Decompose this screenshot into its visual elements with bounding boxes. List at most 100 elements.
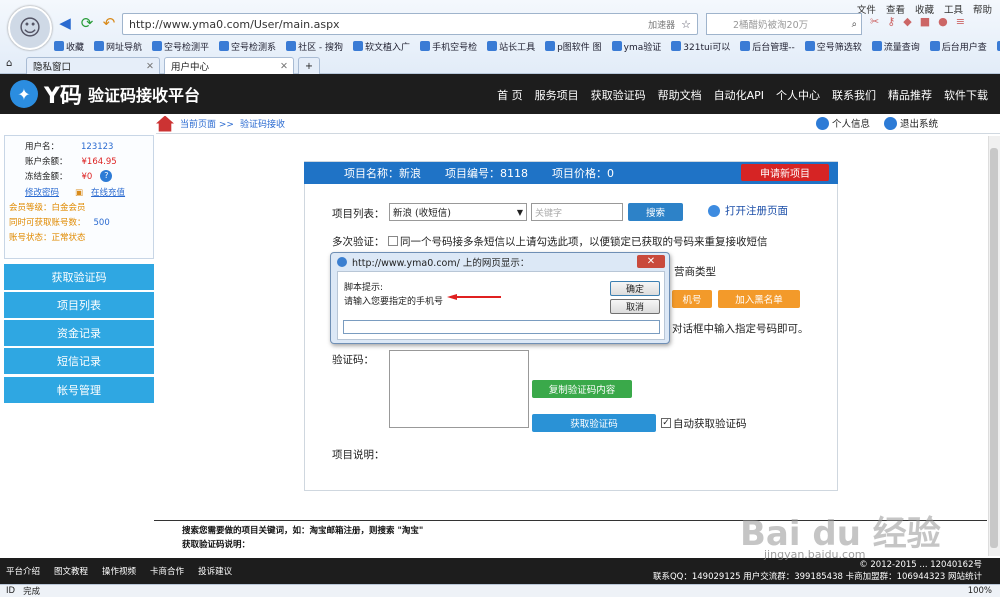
bookmark-item[interactable]: 空号筛选软 <box>804 38 862 54</box>
bookmark-item[interactable]: 流量查询 <box>871 38 920 54</box>
bookmark-item[interactable]: 手机空号检 <box>420 38 477 54</box>
bookmark-label: 收藏 <box>66 42 85 53</box>
new-tab-button[interactable]: + <box>298 57 320 74</box>
menu-icon[interactable]: ≡ <box>956 15 965 28</box>
menu-help[interactable]: 帮助 <box>973 2 992 16</box>
close-tab-icon[interactable]: ✕ <box>146 61 154 72</box>
close-icon[interactable]: ✕ <box>637 255 665 268</box>
bookmark-item[interactable]: 空号检测平 <box>152 38 209 54</box>
bookmark-item[interactable]: 321tui可以 <box>671 38 730 54</box>
bookmark-item[interactable]: 社区 - 搜狗 <box>286 38 343 54</box>
blacklist-button[interactable]: 加入黑名单 <box>718 290 800 308</box>
profile-link[interactable]: 个人信息 <box>815 116 870 130</box>
address-bar[interactable]: http://www.yma0.com/User/main.aspx 加速器 ☆ <box>122 13 698 35</box>
dialog-body: 脚本提示: 请输入您要指定的手机号 确定 取消 <box>337 271 665 340</box>
home-icon[interactable]: ⌂ <box>6 58 12 69</box>
menu-project-list[interactable]: 项目列表 <box>4 292 154 319</box>
footer-link[interactable]: 投诉建议 <box>198 565 232 577</box>
bookmark-item[interactable]: 网址导航 <box>94 38 142 54</box>
ok-button[interactable]: 确定 <box>610 281 660 296</box>
star-icon[interactable]: ☆ <box>681 18 691 31</box>
bookmark-item[interactable]: 后台用户查 <box>929 38 987 54</box>
bookmark-item[interactable]: p图软件 图 <box>545 38 602 54</box>
help-icon[interactable]: ? <box>100 170 113 182</box>
bookmark-item[interactable]: 收藏 <box>54 38 84 54</box>
nav-item[interactable]: 首 页 <box>491 87 529 103</box>
nav-item[interactable]: 服务项目 <box>529 87 585 103</box>
nav-item[interactable]: 软件下载 <box>938 87 994 103</box>
back-icon[interactable]: ◀ <box>56 14 74 32</box>
site-logo[interactable]: ✦ Y码 验证码接收平台 <box>10 78 200 110</box>
footer-link[interactable]: 平台介绍 <box>6 565 40 577</box>
copy-code-button[interactable]: 复制验证码内容 <box>532 380 632 398</box>
new-project-button[interactable]: 申请新项目 <box>741 164 829 181</box>
balance-label: 账户余额： <box>25 157 68 167</box>
footer-link[interactable]: 操作视频 <box>102 565 136 577</box>
menu-view[interactable]: 查看 <box>886 2 905 16</box>
nav-item[interactable]: 联系我们 <box>826 87 882 103</box>
breadcrumb-page[interactable]: 验证码接收 <box>240 117 285 130</box>
menu-sms-record[interactable]: 短信记录 <box>4 348 154 375</box>
nav-item[interactable]: 精品推荐 <box>882 87 938 103</box>
profile-avatar[interactable]: ☺ <box>8 6 52 50</box>
project-select[interactable]: 新浪 (收短信) ▼ <box>389 203 527 221</box>
dialog-line1: 脚本提示: <box>344 283 384 293</box>
bookmark-item[interactable]: 软文植入广 <box>353 38 410 54</box>
app-icon[interactable]: ● <box>938 15 948 28</box>
scrollbar-thumb[interactable] <box>990 148 998 548</box>
open-register-link[interactable]: 打开注册页面 <box>708 203 788 218</box>
menu-favorites[interactable]: 收藏 <box>915 2 934 16</box>
nav-item[interactable]: 自动化API <box>708 87 770 103</box>
zoom-level[interactable]: 100% <box>968 586 992 596</box>
username-label: 用户名： <box>25 142 60 152</box>
search-button[interactable]: 搜索 <box>628 203 683 221</box>
home-icon[interactable] <box>156 115 174 132</box>
browser-search-input[interactable]: 2桶醋奶被淘20万 ⌕ <box>706 13 862 35</box>
bookmark-label: 站长工具 <box>499 42 536 53</box>
specify-number-button[interactable]: 机号 <box>672 290 712 308</box>
keyword-input[interactable]: 关键字 <box>531 203 623 221</box>
plugin-icon[interactable]: ■ <box>920 15 930 28</box>
bookmark-item[interactable]: yma验证 <box>611 38 661 54</box>
refresh-icon[interactable]: ⟳ <box>78 14 96 32</box>
scissors-icon[interactable]: ✂ <box>870 15 879 28</box>
footer-link[interactable]: 图文教程 <box>54 565 88 577</box>
accelerator-label[interactable]: 加速器 <box>648 18 675 31</box>
multi-verify-checkbox[interactable] <box>388 236 398 249</box>
nav-item[interactable]: 个人中心 <box>770 87 826 103</box>
code-textarea[interactable] <box>389 350 529 428</box>
menu-get-code[interactable]: 获取验证码 <box>4 264 154 291</box>
key-icon[interactable]: ⚷ <box>887 15 895 28</box>
auto-get-checkbox[interactable]: ✓ <box>661 418 671 428</box>
nav-item[interactable]: 获取验证码 <box>585 87 652 103</box>
bookmark-label: 空号检测系 <box>231 42 277 53</box>
red-arrow-icon <box>447 294 501 300</box>
search-icon[interactable]: ⌕ <box>852 19 857 30</box>
bookmark-icon <box>420 41 431 51</box>
recharge-link[interactable]: 在线充值 <box>91 186 125 201</box>
bookmark-label: 流量查询 <box>883 42 920 53</box>
bookmark-item[interactable]: 站长工具 <box>487 38 535 54</box>
code-label: 验证码： <box>332 354 374 366</box>
user-links: 个人信息 退出系统 <box>815 116 938 130</box>
get-code-button[interactable]: 获取验证码 <box>532 414 656 432</box>
change-password-link[interactable]: 修改密码 <box>25 186 59 201</box>
logout-link[interactable]: 退出系统 <box>883 116 938 130</box>
footer-links: 平台介绍 图文教程 操作视频 卡商合作 投诉建议 <box>6 565 232 577</box>
cancel-button[interactable]: 取消 <box>610 299 660 314</box>
bookmark-icon <box>929 41 940 51</box>
menu-account-manage[interactable]: 帐号管理 <box>4 377 154 404</box>
bookmark-item[interactable]: 空号检测系 <box>219 38 276 54</box>
tab-private[interactable]: 隐私窗口 ✕ <box>26 57 160 74</box>
bookmark-icon <box>671 41 682 51</box>
menu-tools[interactable]: 工具 <box>944 2 963 16</box>
footer-link[interactable]: 卡商合作 <box>150 565 184 577</box>
phone-number-input[interactable] <box>343 320 660 334</box>
tab-user-center[interactable]: 用户中心 ✕ <box>164 57 294 74</box>
close-tab-icon[interactable]: ✕ <box>280 61 288 72</box>
shield-icon[interactable]: ◆ <box>903 15 911 28</box>
menu-funds-record[interactable]: 资金记录 <box>4 320 154 347</box>
nav-item[interactable]: 帮助文档 <box>652 87 708 103</box>
undo-icon[interactable]: ↶ <box>100 14 118 32</box>
bookmark-item[interactable]: 后台管理-- <box>740 38 795 54</box>
